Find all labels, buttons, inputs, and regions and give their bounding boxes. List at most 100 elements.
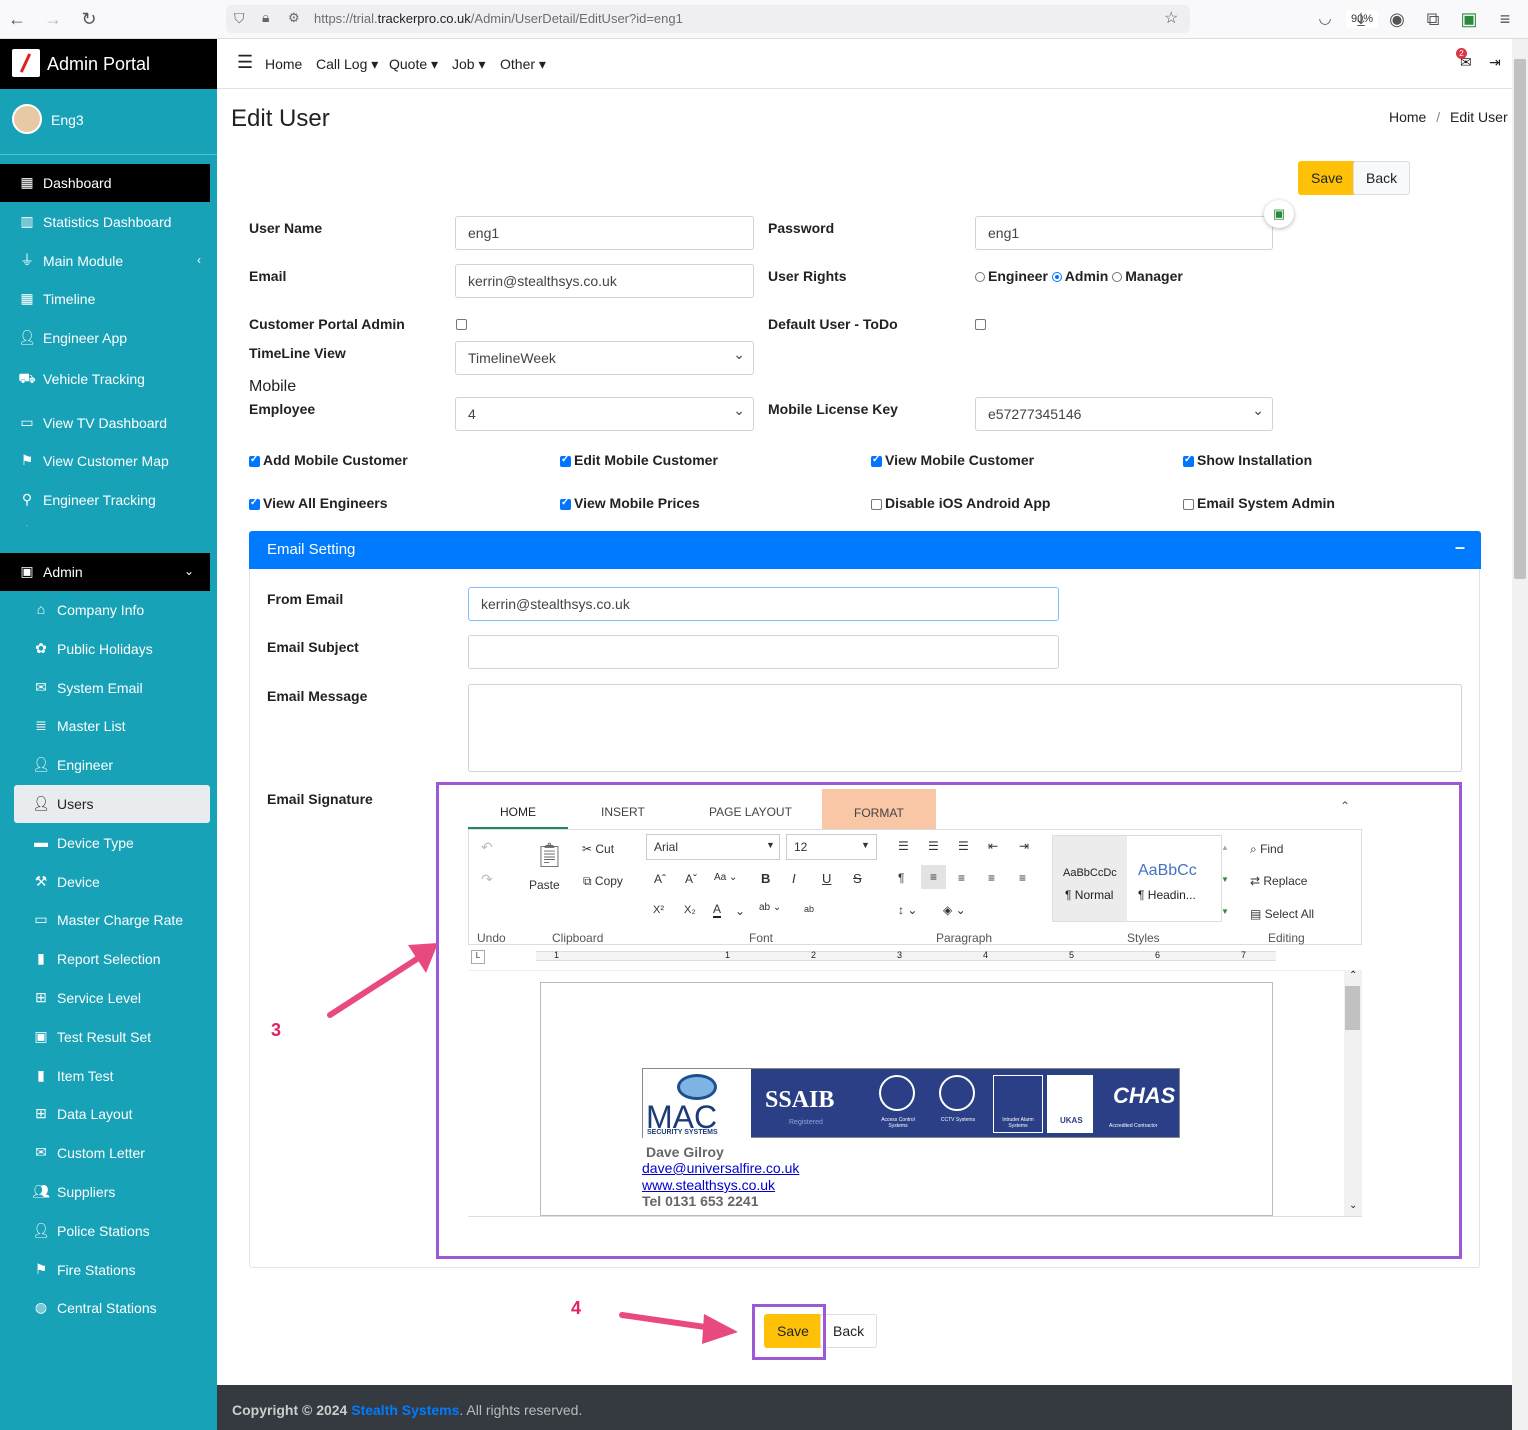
- save-button[interactable]: Save: [1298, 161, 1356, 195]
- checkbox-email-system-admin[interactable]: [1183, 499, 1194, 510]
- reload-icon[interactable]: ↻: [78, 8, 100, 30]
- scrollbar-thumb[interactable]: [1514, 59, 1526, 579]
- forward-arrow-icon[interactable]: →: [42, 8, 64, 30]
- plug-icon: ⏚: [20, 252, 34, 268]
- checkbox-label[interactable]: Edit Mobile Customer: [574, 452, 718, 468]
- customer-portal-admin-checkbox[interactable]: [456, 319, 467, 330]
- checkbox-label[interactable]: Email System Admin: [1197, 495, 1335, 511]
- timeline-select[interactable]: TimelineWeek: [455, 341, 754, 375]
- notification-icon[interactable]: ✉ 2: [1456, 48, 1472, 71]
- sidebar-item-master-charge-rate[interactable]: ▭ Master Charge Rate: [0, 901, 217, 939]
- sidebar-item-report-selection[interactable]: ▮ Report Selection: [0, 940, 217, 978]
- radio-admin[interactable]: Admin: [1051, 268, 1108, 284]
- checkbox-label[interactable]: Add Mobile Customer: [263, 452, 408, 468]
- hamburger-icon[interactable]: ☰: [237, 52, 253, 73]
- checkbox-view-mobile-prices[interactable]: [560, 497, 571, 510]
- email-input[interactable]: kerrin@stealthsys.co.uk: [455, 264, 754, 298]
- footer-company-link[interactable]: Stealth Systems: [351, 1402, 459, 1418]
- radio-manager[interactable]: Manager: [1112, 268, 1183, 284]
- message-textarea[interactable]: [468, 684, 1462, 772]
- radio-engineer[interactable]: Engineer: [975, 268, 1048, 284]
- logout-icon[interactable]: ⇥: [1489, 54, 1501, 71]
- checkbox-edit-mobile-customer[interactable]: [560, 454, 571, 467]
- email-setting-title: Email Setting: [267, 541, 356, 558]
- sidebar-item-custom-letter[interactable]: ✉ Custom Letter: [0, 1134, 217, 1172]
- checkbox-view-mobile-customer[interactable]: [871, 454, 882, 467]
- pocket-icon[interactable]: ◡: [1314, 8, 1336, 30]
- nav-job[interactable]: Job ▾: [452, 56, 486, 73]
- subject-input[interactable]: [468, 635, 1059, 669]
- brand[interactable]: Admin Portal: [0, 39, 217, 89]
- page-scrollbar[interactable]: [1512, 39, 1528, 1430]
- sidebar-item-device-type[interactable]: ▬ Device Type: [0, 824, 217, 862]
- sidebar-item-system-email[interactable]: ✉ System Email: [0, 669, 217, 707]
- default-user-checkbox[interactable]: [975, 319, 986, 330]
- checkbox-add-mobile-customer[interactable]: [249, 454, 260, 467]
- checkbox-view-all-engineers[interactable]: [249, 497, 260, 510]
- username-input[interactable]: eng1: [455, 216, 754, 250]
- breadcrumb-home[interactable]: Home: [1389, 109, 1426, 125]
- checkbox-label[interactable]: View All Engineers: [263, 495, 388, 511]
- sidebar-item-engineer[interactable]: 👤︎ Engineer: [0, 746, 217, 784]
- sidebar-item-data-layout[interactable]: ⊞ Data Layout: [0, 1095, 217, 1133]
- top-navbar: ☰ Home Call Log ▾ Quote ▾ Job ▾ Other ▾ …: [217, 39, 1512, 89]
- extension-badge-icon[interactable]: ▣: [1458, 8, 1480, 30]
- extensions-icon[interactable]: ⧉: [1422, 8, 1444, 30]
- sidebar-item-statistics-dashboard[interactable]: ▥ Statistics Dashboard: [0, 203, 217, 241]
- back-arrow-icon[interactable]: ←: [6, 8, 28, 30]
- sidebar-item-device[interactable]: ⚒ Device: [0, 863, 217, 901]
- from-email-input[interactable]: kerrin@stealthsys.co.uk: [468, 587, 1059, 621]
- user-panel[interactable]: Eng3: [0, 89, 217, 155]
- back-button[interactable]: Back: [1353, 161, 1411, 195]
- nav-other[interactable]: Other ▾: [500, 56, 546, 73]
- download-icon[interactable]: ⤓: [1350, 8, 1372, 30]
- nav-call-log[interactable]: Call Log ▾: [316, 56, 378, 73]
- shield-icon: ⛉: [234, 10, 245, 26]
- sidebar-item-view-customer-map[interactable]: ⚑ View Customer Map: [0, 442, 217, 480]
- bookmark-star-icon[interactable]: ☆: [1164, 8, 1178, 28]
- sidebar-item-admin[interactable]: ▣ Admin ⌄: [0, 553, 210, 591]
- checkbox-label[interactable]: Disable iOS Android App: [885, 495, 1050, 511]
- address-bar[interactable]: ⛉ 🔒︎ ⚙ https://trial.trackerpro.co.uk/Ad…: [226, 5, 1379, 33]
- checkbox-show-installation[interactable]: [1183, 454, 1194, 467]
- chevron-down-icon: ⌄: [183, 564, 194, 578]
- collapse-icon[interactable]: –: [1455, 537, 1465, 558]
- license-key-select[interactable]: e57277345146: [975, 397, 1273, 431]
- checkbox-disable-ios-android-app[interactable]: [871, 499, 882, 510]
- nav-quote[interactable]: Quote ▾: [389, 56, 438, 73]
- password-input[interactable]: eng1: [975, 216, 1273, 250]
- checkbox-label[interactable]: View Mobile Customer: [885, 452, 1034, 468]
- sidebar-item-engineer-app[interactable]: 👤︎ Engineer App: [0, 319, 217, 357]
- user-cog-icon: 👤︎: [32, 756, 50, 773]
- sidebar-item-dashboard[interactable]: ▦ Dashboard: [0, 164, 210, 202]
- chart-icon: ▥: [20, 213, 34, 229]
- sidebar-item-public-holidays[interactable]: ✿ Public Holidays: [0, 630, 217, 668]
- email-setting-header[interactable]: Email Setting –: [249, 531, 1481, 569]
- password-manager-icon[interactable]: ▣: [1264, 200, 1294, 228]
- sidebar-item-item-test[interactable]: ▮ Item Test: [0, 1057, 217, 1095]
- account-icon[interactable]: ◉: [1386, 8, 1408, 30]
- customer-portal-admin-label: Customer Portal Admin: [249, 316, 405, 332]
- sidebar-item-vehicle-tracking[interactable]: ⛟ Vehicle Tracking: [0, 360, 217, 398]
- back-button-bottom[interactable]: Back: [820, 1314, 878, 1348]
- sidebar-item-master-list[interactable]: ≣ Master List: [0, 707, 217, 745]
- employee-select[interactable]: 4: [455, 397, 754, 431]
- sidebar-item-suppliers[interactable]: 👥︎ Suppliers: [0, 1173, 217, 1211]
- sidebar-item-test-result-set[interactable]: ▣ Test Result Set: [0, 1018, 217, 1056]
- sidebar-item-timeline[interactable]: ▦ Timeline: [0, 280, 217, 318]
- checkbox-label[interactable]: Show Installation: [1197, 452, 1312, 468]
- sidebar-item-service-level[interactable]: ⊞ Service Level: [0, 979, 217, 1017]
- sidebar-item-fire-stations[interactable]: ⚑ Fire Stations: [0, 1251, 217, 1289]
- sidebar-item-view-tv-dashboard[interactable]: ▭ View TV Dashboard: [0, 404, 217, 442]
- checkbox-label[interactable]: View Mobile Prices: [574, 495, 700, 511]
- save-highlight-box: [752, 1304, 826, 1360]
- sidebar-item-company-info[interactable]: ⌂ Company Info: [0, 591, 217, 629]
- sidebar-item-police-stations[interactable]: 👤︎ Police Stations: [0, 1212, 217, 1250]
- menu-icon[interactable]: ≡: [1494, 8, 1516, 30]
- nav-home[interactable]: Home: [265, 56, 302, 72]
- sidebar-item-main-module[interactable]: ⏚ Main Module ‹: [0, 242, 217, 280]
- sidebar-item-users[interactable]: 👤︎ Users: [14, 785, 210, 823]
- sidebar-item-integration[interactable]: ⏚Integration‹: [0, 514, 217, 526]
- sidebar-item-central-stations[interactable]: ◍ Central Stations: [0, 1289, 217, 1327]
- dashboard-icon: ▦: [20, 174, 34, 190]
